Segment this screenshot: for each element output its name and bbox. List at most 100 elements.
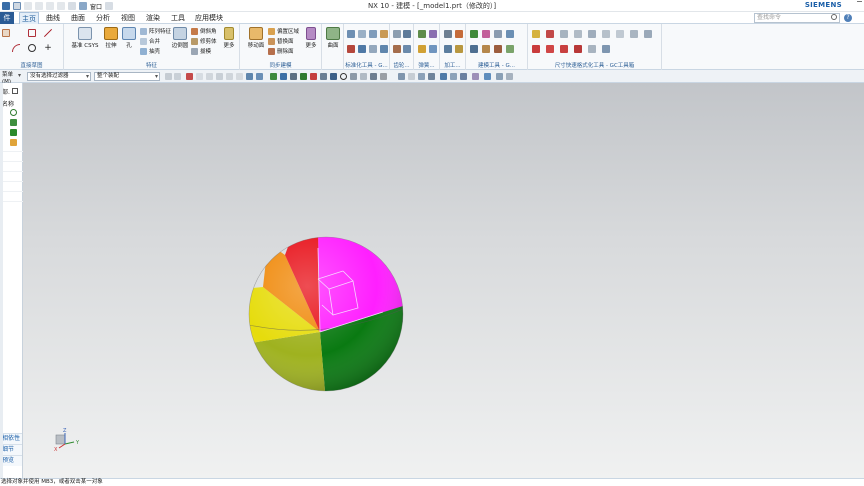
modeling-tool-icon[interactable] bbox=[482, 45, 490, 53]
assembly-scope-dropdown[interactable]: 整个装配 bbox=[94, 72, 160, 81]
dimension-tool-icon[interactable] bbox=[602, 30, 610, 38]
view-icon[interactable] bbox=[496, 73, 503, 80]
snap-icon[interactable] bbox=[256, 73, 263, 80]
help-icon[interactable]: ? bbox=[844, 14, 852, 22]
snap-icon[interactable] bbox=[280, 73, 287, 80]
snap-icon[interactable] bbox=[216, 73, 223, 80]
snap-icon[interactable] bbox=[270, 73, 277, 80]
move-face-button[interactable]: 移动面 bbox=[244, 27, 268, 49]
snap-icon[interactable] bbox=[340, 73, 347, 80]
rectangle-icon[interactable] bbox=[28, 29, 36, 37]
dimension-tool-icon[interactable] bbox=[546, 30, 554, 38]
select-all-icon[interactable] bbox=[165, 73, 172, 80]
tab-6[interactable]: 工具 bbox=[167, 12, 189, 24]
tab-1[interactable]: 曲线 bbox=[42, 12, 64, 24]
gear-icon[interactable] bbox=[403, 30, 411, 38]
tab-0[interactable]: 主页 bbox=[19, 12, 39, 24]
profile-icon[interactable] bbox=[2, 29, 10, 37]
machining-icon[interactable] bbox=[444, 45, 452, 53]
snap-icon[interactable] bbox=[350, 73, 357, 80]
feature-more-button[interactable]: 更多 bbox=[220, 27, 238, 49]
snap-icon[interactable] bbox=[196, 73, 203, 80]
navigator-pin-icon[interactable] bbox=[12, 88, 18, 94]
surface-button[interactable]: 曲面 bbox=[324, 27, 342, 49]
view-icon[interactable] bbox=[408, 73, 415, 80]
dimension-tool-icon[interactable] bbox=[588, 30, 596, 38]
tool-icon[interactable] bbox=[347, 30, 355, 38]
dimension-tool-icon[interactable] bbox=[630, 30, 638, 38]
machining-icon[interactable] bbox=[455, 30, 463, 38]
replace-face-button[interactable]: 替换面 bbox=[268, 37, 294, 45]
dimension-tool-icon[interactable] bbox=[574, 30, 582, 38]
datum-csys-button[interactable]: 基准 CSYS bbox=[68, 27, 102, 49]
preview-panel-tab[interactable]: 预览 bbox=[0, 455, 22, 466]
view-icon[interactable] bbox=[398, 73, 405, 80]
modeling-tool-icon[interactable] bbox=[494, 45, 502, 53]
unite-button[interactable]: 合并 bbox=[140, 37, 160, 45]
tab-5[interactable]: 渲染 bbox=[142, 12, 164, 24]
model-views-icon[interactable] bbox=[10, 109, 17, 116]
graphics-window[interactable]: Y Z X bbox=[23, 83, 864, 478]
arc-icon[interactable] bbox=[12, 44, 20, 52]
dimension-tool-icon[interactable] bbox=[588, 45, 596, 53]
view-icon[interactable] bbox=[472, 73, 479, 80]
tab-2[interactable]: 曲面 bbox=[67, 12, 89, 24]
snap-icon[interactable] bbox=[310, 73, 317, 80]
machining-icon[interactable] bbox=[444, 30, 452, 38]
view-icon[interactable] bbox=[506, 73, 513, 80]
view-icon[interactable] bbox=[440, 73, 447, 80]
modeling-tool-icon[interactable] bbox=[506, 45, 514, 53]
dimension-tool-icon[interactable] bbox=[560, 30, 568, 38]
view-icon[interactable] bbox=[484, 73, 491, 80]
search-icon[interactable] bbox=[831, 14, 837, 20]
tool-icon[interactable] bbox=[369, 30, 377, 38]
snap-icon[interactable] bbox=[246, 73, 253, 80]
snap-icon[interactable] bbox=[186, 73, 193, 80]
dimension-tool-icon[interactable] bbox=[644, 30, 652, 38]
tool-icon[interactable] bbox=[369, 45, 377, 53]
dimension-tool-icon[interactable] bbox=[616, 30, 624, 38]
machining-icon[interactable] bbox=[455, 45, 463, 53]
spring-icon[interactable] bbox=[429, 30, 437, 38]
spring-icon[interactable] bbox=[418, 30, 426, 38]
view-icon[interactable] bbox=[418, 73, 425, 80]
delete-face-button[interactable]: 删除面 bbox=[268, 47, 294, 55]
details-panel-tab[interactable]: 细节 bbox=[0, 444, 22, 455]
hole-button[interactable]: 孔 bbox=[120, 27, 138, 49]
snap-icon[interactable] bbox=[206, 73, 213, 80]
file-tab[interactable]: 件(F) bbox=[0, 12, 14, 34]
snap-icon[interactable] bbox=[320, 73, 327, 80]
model-history-icon[interactable] bbox=[10, 129, 17, 136]
dimension-tool-icon[interactable] bbox=[546, 45, 554, 53]
modeling-tool-icon[interactable] bbox=[470, 30, 478, 38]
trim-body-button[interactable]: 修剪体 bbox=[191, 37, 217, 45]
snap-icon[interactable] bbox=[236, 73, 243, 80]
shell-button[interactable]: 抽壳 bbox=[140, 47, 160, 55]
snap-icon[interactable] bbox=[360, 73, 367, 80]
spring-icon[interactable] bbox=[418, 45, 426, 53]
snap-icon[interactable] bbox=[330, 73, 337, 80]
gear-icon[interactable] bbox=[393, 45, 401, 53]
dimension-tool-icon[interactable] bbox=[532, 45, 540, 53]
extrude-button[interactable]: 拉伸 bbox=[100, 27, 122, 49]
dimension-tool-icon[interactable] bbox=[532, 30, 540, 38]
menu-dropdown[interactable]: 菜单(M) bbox=[0, 72, 22, 85]
array-feature-button[interactable]: 阵列特征 bbox=[140, 27, 171, 35]
modeling-tool-icon[interactable] bbox=[506, 30, 514, 38]
snap-icon[interactable] bbox=[300, 73, 307, 80]
view-icon[interactable] bbox=[428, 73, 435, 80]
snap-icon[interactable] bbox=[380, 73, 387, 80]
selection-filter-dropdown[interactable]: 没有选择过滤器 bbox=[27, 72, 91, 81]
edge-blend-button[interactable]: 边倒圆 bbox=[168, 27, 192, 49]
deselect-icon[interactable] bbox=[174, 73, 181, 80]
dependencies-panel-tab[interactable]: 相依性 bbox=[0, 433, 22, 444]
snap-icon[interactable] bbox=[290, 73, 297, 80]
snap-icon[interactable] bbox=[370, 73, 377, 80]
dimension-tool-icon[interactable] bbox=[602, 45, 610, 53]
gear-icon[interactable] bbox=[403, 45, 411, 53]
tab-3[interactable]: 分析 bbox=[92, 12, 114, 24]
gear-icon[interactable] bbox=[393, 30, 401, 38]
tool-icon[interactable] bbox=[358, 45, 366, 53]
view-icon[interactable] bbox=[450, 73, 457, 80]
modeling-tool-icon[interactable] bbox=[470, 45, 478, 53]
